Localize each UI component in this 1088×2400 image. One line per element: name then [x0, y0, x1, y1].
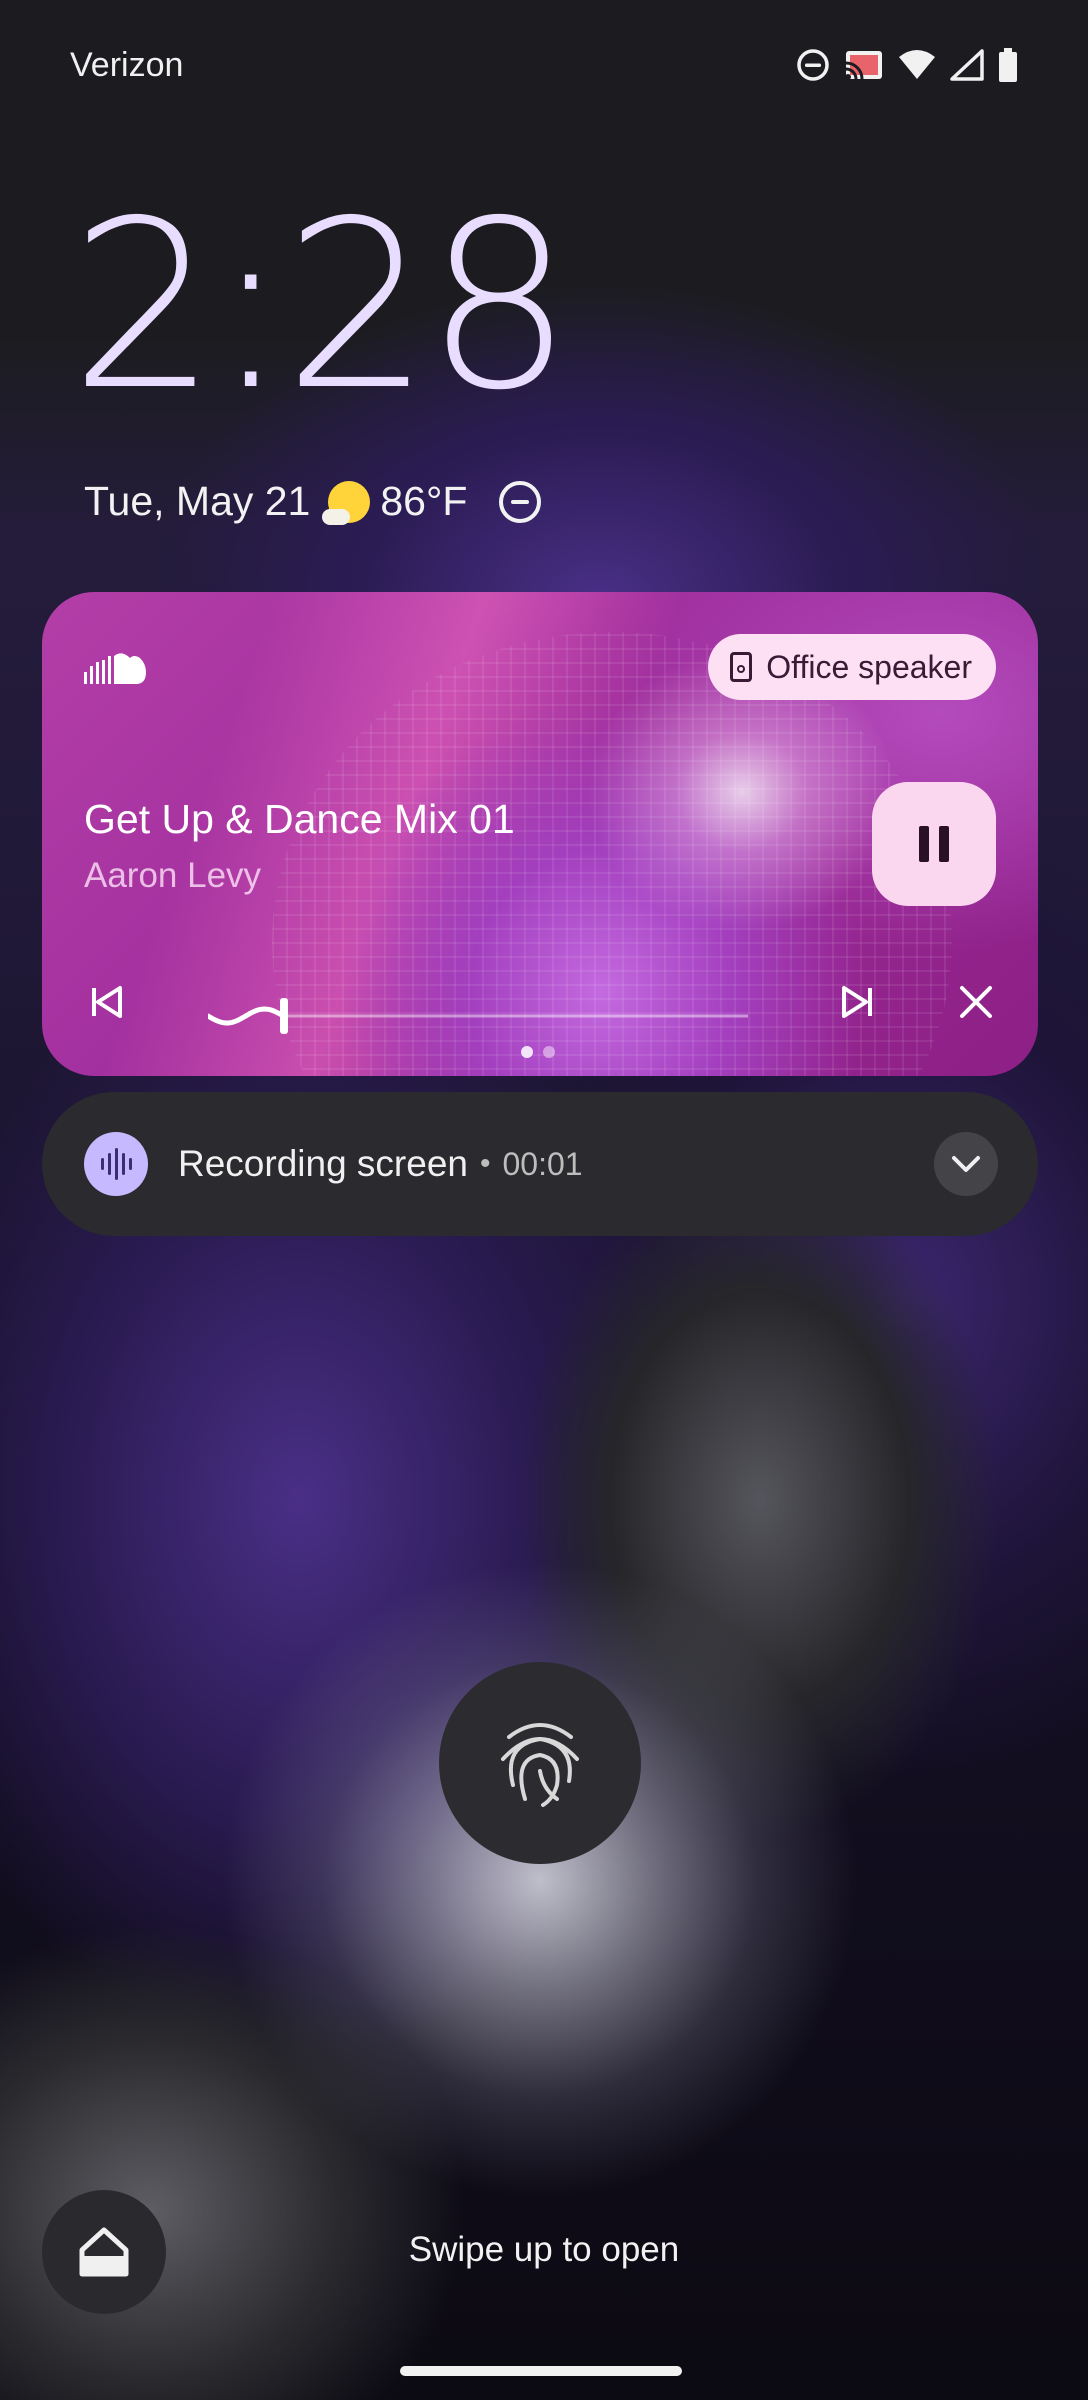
page-dot [521, 1046, 533, 1058]
fingerprint-icon [501, 1723, 579, 1807]
cast-icon [845, 51, 882, 80]
partly-sunny-icon [322, 480, 371, 525]
dismiss-media-button[interactable] [956, 982, 996, 1022]
pause-button[interactable] [872, 782, 996, 906]
navigation-handle[interactable] [400, 2366, 682, 2376]
expand-notification-button[interactable] [934, 1132, 998, 1196]
lockscreen-clock: 2:28 [70, 171, 573, 441]
track-title: Get Up & Dance Mix 01 [84, 796, 515, 842]
media-player-card[interactable]: Office speaker Get Up & Dance Mix 01 Aar… [42, 592, 1038, 1076]
next-track-button[interactable] [838, 982, 878, 1022]
screen-recording-notification[interactable]: Recording screen • 00:01 [42, 1092, 1038, 1236]
output-device-chip[interactable]: Office speaker [708, 634, 996, 700]
swipe-up-hint: Swipe up to open [408, 2230, 680, 2269]
notification-title: Recording screen [178, 1143, 468, 1184]
track-artist: Aaron Levy [84, 856, 262, 895]
previous-track-button[interactable] [86, 982, 126, 1022]
wifi-icon [899, 50, 935, 79]
carrier-name: Verizon [70, 46, 184, 84]
notification-separator: • [479, 1147, 491, 1180]
output-device-label: Office speaker [766, 648, 972, 685]
date-label[interactable]: Tue, May 21 [84, 478, 310, 525]
sound-wave-icon [84, 1132, 148, 1196]
status-icons [796, 48, 1018, 82]
date-weather-row: Tue, May 21 86°F [84, 478, 542, 525]
dnd-icon [797, 49, 829, 81]
soundcloud-icon [84, 653, 146, 684]
notification-time: 00:01 [502, 1145, 583, 1182]
fingerprint-sensor-button[interactable] [439, 1662, 641, 1864]
dnd-icon [499, 480, 542, 523]
page-dot [543, 1046, 555, 1058]
pause-icon [919, 826, 929, 862]
chevron-down-icon [952, 1156, 980, 1172]
temperature-label[interactable]: 86°F [380, 478, 467, 525]
fingerprint-glow [220, 1560, 860, 2200]
battery-icon [999, 48, 1017, 82]
pause-icon-bar [939, 826, 949, 862]
signal-icon [950, 49, 984, 81]
media-page-indicator [521, 1046, 555, 1058]
speaker-icon [730, 652, 753, 682]
seek-bar[interactable] [208, 996, 748, 1036]
